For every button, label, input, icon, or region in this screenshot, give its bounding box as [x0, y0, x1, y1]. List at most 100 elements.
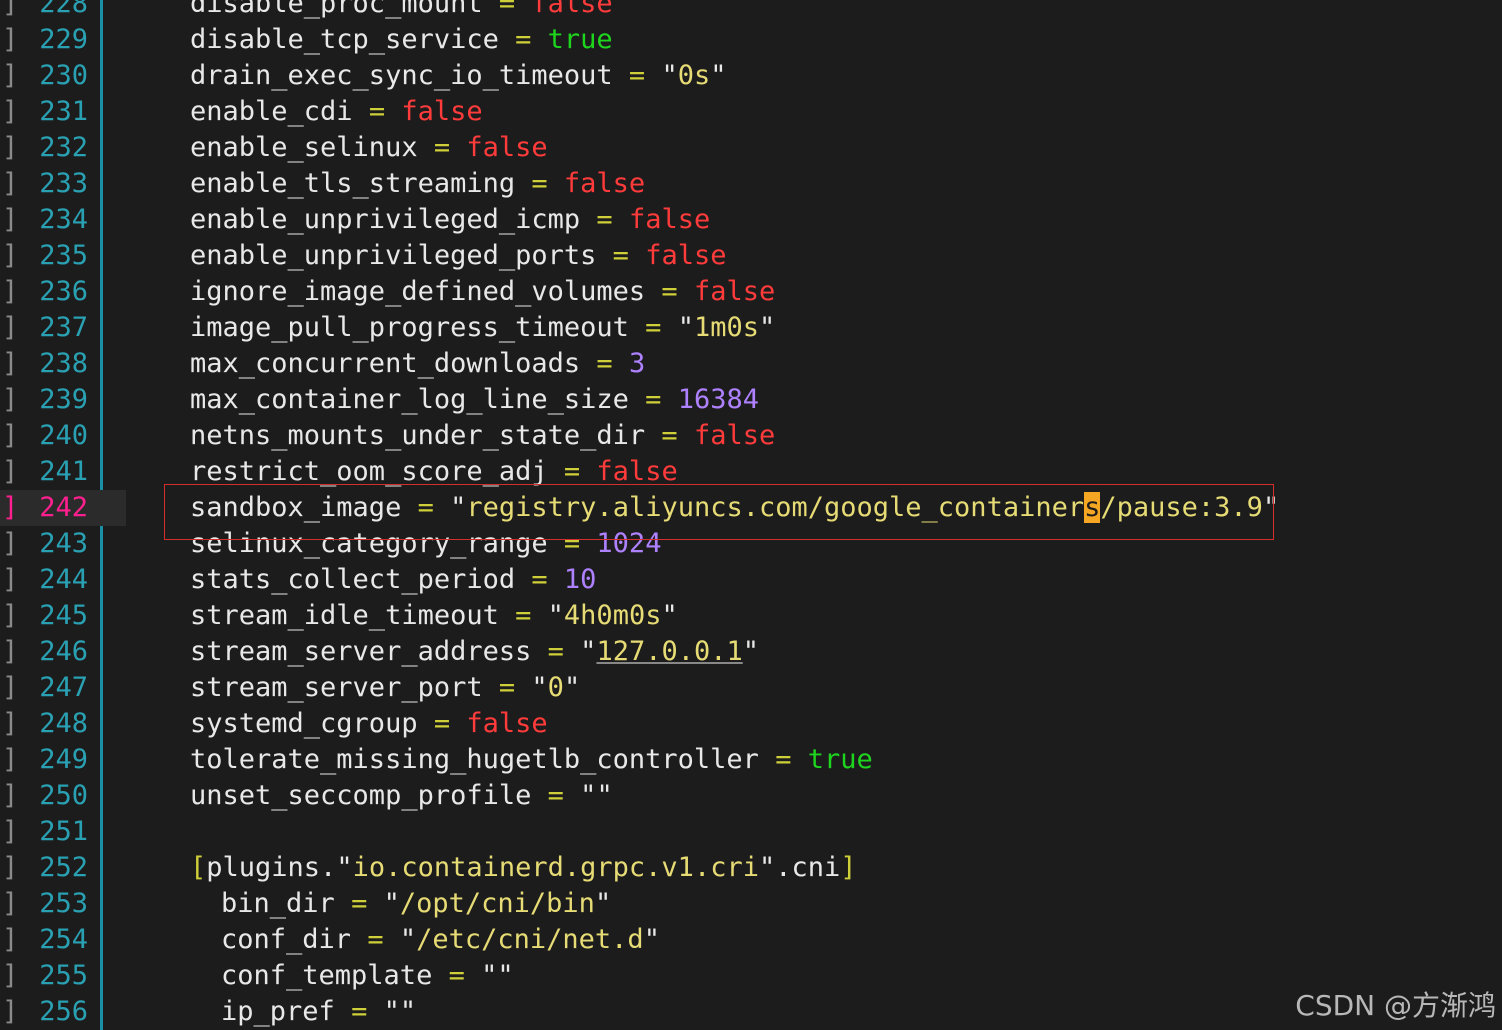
code-line[interactable]: ] 229 disable_tcp_service = true	[0, 22, 1502, 58]
line-code[interactable]: conf_template = ""	[221, 958, 514, 994]
quote-open: "	[481, 960, 498, 991]
line-code[interactable]: ignore_image_defined_volumes = false	[190, 274, 775, 310]
line-code[interactable]: restrict_oom_score_adj = false	[190, 454, 678, 490]
line-code[interactable]: netns_mounts_under_state_dir = false	[190, 418, 775, 454]
line-code[interactable]: drain_exec_sync_io_timeout = "0s"	[190, 58, 726, 94]
fold-marker[interactable]: ]	[2, 814, 18, 850]
code-line[interactable]: ] 232 enable_selinux = false	[0, 130, 1502, 166]
line-code[interactable]: stream_server_port = "0"	[190, 670, 580, 706]
line-code[interactable]: selinux_category_range = 1024	[190, 526, 661, 562]
line-code[interactable]: stats_collect_period = 10	[190, 562, 596, 598]
code-line[interactable]: ] 251	[0, 814, 1502, 850]
line-code[interactable]: systemd_cgroup = false	[190, 706, 548, 742]
code-editor[interactable]: ] 228 disable_proc_mount = false] 229 disabl…	[0, 0, 1502, 1030]
fold-marker[interactable]: ]	[2, 778, 18, 814]
line-code[interactable]: enable_unprivileged_ports = false	[190, 238, 726, 274]
line-code[interactable]: stream_server_address = "127.0.0.1"	[190, 634, 759, 670]
fold-marker[interactable]: ]	[2, 0, 18, 22]
code-line[interactable]: ] 254 conf_dir = "/etc/cni/net.d"	[0, 922, 1502, 958]
fold-marker[interactable]: ]	[2, 742, 18, 778]
fold-marker[interactable]: ]	[2, 922, 18, 958]
fold-marker[interactable]: ]	[2, 850, 18, 886]
line-code[interactable]: enable_unprivileged_icmp = false	[190, 202, 710, 238]
fold-marker[interactable]: ]	[2, 670, 18, 706]
fold-marker[interactable]: ]	[2, 562, 18, 598]
line-code[interactable]: max_container_log_line_size = 16384	[190, 382, 759, 418]
section-bracket-open: [	[190, 852, 207, 883]
code-line[interactable]: ] 246 stream_server_address = "127.0.0.1"	[0, 634, 1502, 670]
code-line[interactable]: ] 247 stream_server_port = "0"	[0, 670, 1502, 706]
code-line[interactable]: ] 237 image_pull_progress_timeout = "1m0s"	[0, 310, 1502, 346]
line-code[interactable]: enable_tls_streaming = false	[190, 166, 645, 202]
code-line[interactable]: ] 238 max_concurrent_downloads = 3	[0, 346, 1502, 382]
code-line[interactable]: ] 235 enable_unprivileged_ports = false	[0, 238, 1502, 274]
fold-marker[interactable]: ]	[2, 274, 18, 310]
equals-sign: =	[367, 924, 384, 955]
config-key: enable_unprivileged_ports	[190, 240, 597, 271]
equals-sign: =	[775, 744, 792, 775]
code-line[interactable]: ] 231 enable_cdi = false	[0, 94, 1502, 130]
code-line[interactable]: ] 249 tolerate_missing_hugetlb_controller …	[0, 742, 1502, 778]
code-line[interactable]: ] 239 max_container_log_line_size = 16384	[0, 382, 1502, 418]
code-line[interactable]: ] 236 ignore_image_defined_volumes = false	[0, 274, 1502, 310]
line-code[interactable]: disable_proc_mount = false	[190, 0, 613, 22]
fold-marker[interactable]: ]	[2, 202, 18, 238]
bool-true-value: true	[807, 744, 873, 775]
code-line[interactable]: ] 233 enable_tls_streaming = false	[0, 166, 1502, 202]
fold-marker[interactable]: ]	[2, 58, 18, 94]
code-line[interactable]: ] 256 ip_pref = ""	[0, 994, 1502, 1030]
code-line[interactable]: ] 253 bin_dir = "/opt/cni/bin"	[0, 886, 1502, 922]
equals-sign: =	[596, 348, 613, 379]
fold-marker[interactable]: ]	[2, 634, 18, 670]
fold-marker[interactable]: ]	[2, 598, 18, 634]
fold-marker[interactable]: ]	[2, 130, 18, 166]
fold-marker[interactable]: ]	[2, 958, 18, 994]
code-line[interactable]: ] 248 systemd_cgroup = false	[0, 706, 1502, 742]
fold-marker[interactable]: ]	[2, 94, 18, 130]
code-line[interactable]: ] 244 stats_collect_period = 10	[0, 562, 1502, 598]
bool-false-value: false	[628, 204, 711, 235]
string-value: 0s	[677, 60, 711, 91]
code-line[interactable]: ] 245 stream_idle_timeout = "4h0m0s"	[0, 598, 1502, 634]
code-line[interactable]: ] 252 [plugins."io.containerd.grpc.v1.cri"…	[0, 850, 1502, 886]
fold-marker[interactable]: ]	[2, 490, 18, 526]
code-line[interactable]: ] 230 drain_exec_sync_io_timeout = "0s"	[0, 58, 1502, 94]
code-line[interactable]: ] 234 enable_unprivileged_icmp = false	[0, 202, 1502, 238]
fold-marker[interactable]: ]	[2, 886, 18, 922]
fold-marker[interactable]: ]	[2, 382, 18, 418]
fold-marker[interactable]: ]	[2, 418, 18, 454]
fold-marker[interactable]: ]	[2, 310, 18, 346]
code-line[interactable]: ] 240 netns_mounts_under_state_dir = false	[0, 418, 1502, 454]
fold-marker[interactable]: ]	[2, 22, 18, 58]
line-code[interactable]: unset_seccomp_profile = ""	[190, 778, 613, 814]
fold-marker[interactable]: ]	[2, 346, 18, 382]
code-line[interactable]: ] 255 conf_template = ""	[0, 958, 1502, 994]
fold-marker[interactable]: ]	[2, 166, 18, 202]
fold-marker[interactable]: ]	[2, 994, 18, 1030]
line-code[interactable]: stream_idle_timeout = "4h0m0s"	[190, 598, 678, 634]
code-line[interactable]: ] 228 disable_proc_mount = false	[0, 0, 1502, 22]
line-code[interactable]: bin_dir = "/opt/cni/bin"	[221, 886, 611, 922]
fold-marker[interactable]: ]	[2, 526, 18, 562]
code-line[interactable]: ] 242 sandbox_image = "registry.aliyuncs.c…	[0, 490, 1502, 526]
fold-marker[interactable]: ]	[2, 706, 18, 742]
line-code[interactable]: sandbox_image = "registry.aliyuncs.com/g…	[190, 490, 1279, 526]
text-cursor[interactable]: s	[1084, 492, 1101, 523]
line-code[interactable]: max_concurrent_downloads = 3	[190, 346, 645, 382]
line-code[interactable]: tolerate_missing_hugetlb_controller = tr…	[190, 742, 873, 778]
fold-marker[interactable]: ]	[2, 238, 18, 274]
line-code[interactable]: [plugins."io.containerd.grpc.v1.cri".cni…	[190, 850, 857, 886]
code-line[interactable]: ] 241 restrict_oom_score_adj = false	[0, 454, 1502, 490]
line-code[interactable]: enable_cdi = false	[190, 94, 483, 130]
line-code[interactable]: disable_tcp_service = true	[190, 22, 613, 58]
fold-marker[interactable]: ]	[2, 454, 18, 490]
line-code[interactable]: ip_pref = ""	[221, 994, 416, 1030]
line-code[interactable]: conf_dir = "/etc/cni/net.d"	[221, 922, 660, 958]
line-code[interactable]: enable_selinux = false	[190, 130, 548, 166]
code-line[interactable]: ] 243 selinux_category_range = 1024	[0, 526, 1502, 562]
equals-sign: =	[531, 168, 548, 199]
line-code[interactable]: image_pull_progress_timeout = "1m0s"	[190, 310, 775, 346]
code-line[interactable]: ] 250 unset_seccomp_profile = ""	[0, 778, 1502, 814]
line-number: 242	[39, 492, 88, 523]
equals-sign: =	[448, 960, 465, 991]
